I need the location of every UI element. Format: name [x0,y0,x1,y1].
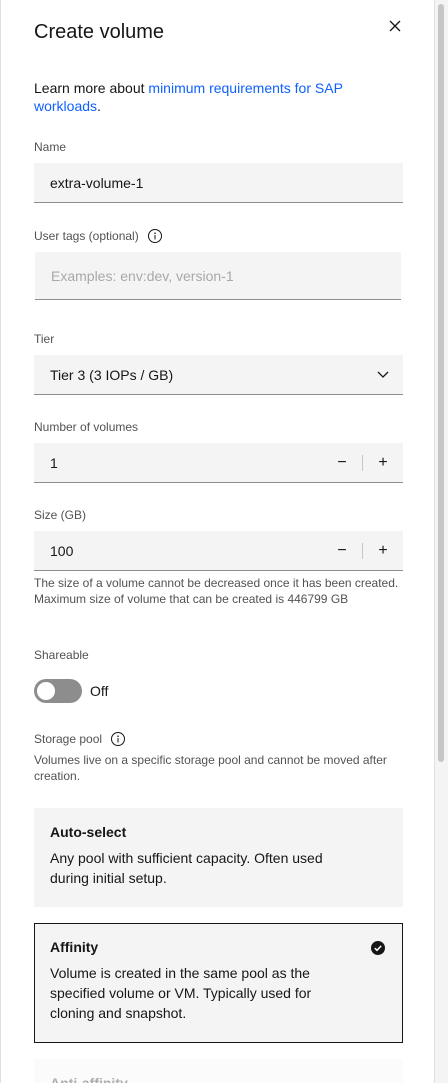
tier-select[interactable]: Tier 3 (3 IOPs / GB) [34,355,403,395]
anti-affinity-tile[interactable]: Anti-affinity [34,1059,403,1083]
volume-count-label: Number of volumes [34,420,139,434]
create-volume-panel: Create volume Learn more about minimum r… [0,0,434,1083]
user-tags-label: User tags (optional) [34,228,163,244]
increment-button[interactable]: + [363,531,403,571]
storage-pool-description: Volumes live on a specific storage pool … [34,753,387,783]
decrement-button[interactable]: − [322,443,362,483]
user-tags-text-input[interactable] [35,267,401,284]
scrollbar-thumb[interactable] [438,4,444,762]
shareable-label: Shareable [34,648,89,662]
close-button[interactable] [385,16,405,36]
size-stepper[interactable]: 100 − + [34,531,403,571]
shareable-toggle[interactable] [34,679,82,703]
volume-count-value[interactable]: 1 [34,455,322,471]
toggle-state-text: Off [90,683,109,699]
storage-pool-label: Storage pool [34,731,126,747]
info-icon[interactable] [147,228,163,244]
size-label: Size (GB) [34,508,87,522]
name-input[interactable]: extra-volume-1 [34,163,403,203]
increment-button[interactable]: + [363,443,403,483]
panel-title: Create volume [34,21,165,43]
close-icon [389,20,401,32]
size-helper-text: The size of a volume cannot be decreased… [34,576,399,606]
decrement-button[interactable]: − [322,531,362,571]
affinity-tile[interactable]: Affinity Volume is created in the same p… [34,923,403,1043]
auto-select-tile[interactable]: Auto-select Any pool with sufficient cap… [34,808,403,907]
name-label: Name [34,140,67,154]
checkmark-filled-icon [370,940,386,956]
tier-label: Tier [34,332,55,346]
size-value[interactable]: 100 [34,543,322,559]
intro-text: Learn more about minimum requirements fo… [34,80,343,114]
user-tags-input[interactable] [35,252,401,300]
info-icon[interactable] [110,731,126,747]
volume-count-stepper[interactable]: 1 − + [34,443,403,483]
toggle-knob [37,682,55,700]
chevron-down-icon [363,355,403,395]
